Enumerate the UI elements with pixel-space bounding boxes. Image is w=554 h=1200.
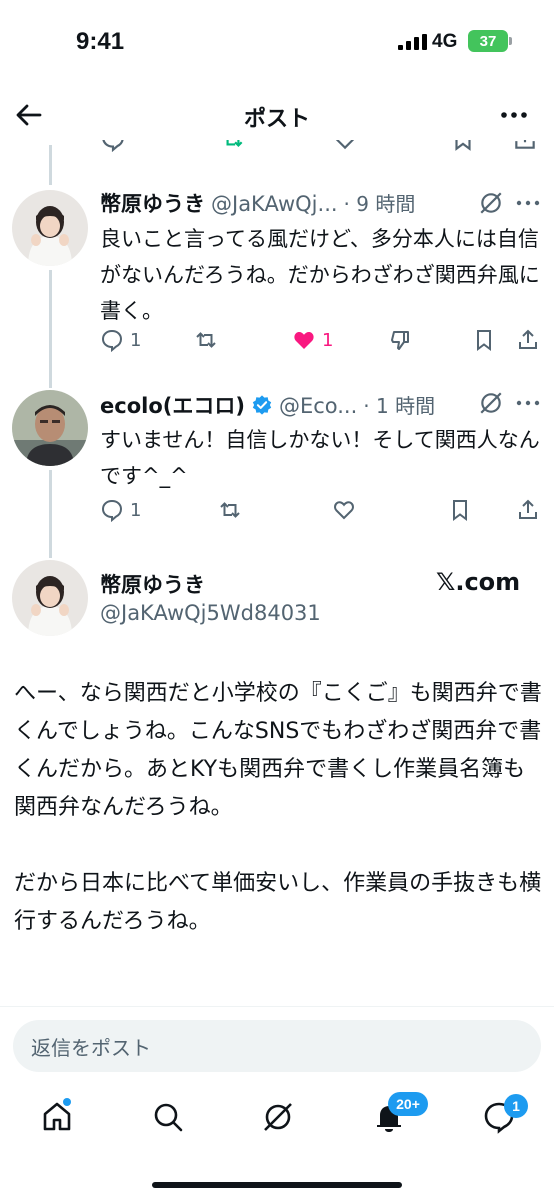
bottom-nav: 20+ 1 <box>0 1092 554 1144</box>
author-handle[interactable]: @JaKAwQj5Wd84031 <box>100 601 321 625</box>
home-indicator <box>152 1182 402 1188</box>
thread-line <box>49 145 52 185</box>
author-handle[interactable]: @Eco... <box>279 394 357 418</box>
share-icon <box>515 140 535 149</box>
battery-level: 37 <box>479 32 497 50</box>
like-count: 1 <box>322 329 334 351</box>
network-type: 4G <box>432 31 458 52</box>
scrolled-action-row <box>0 140 554 152</box>
grok-icon[interactable] <box>478 190 504 216</box>
status-time: 9:41 <box>76 28 125 55</box>
like-filled-icon <box>294 332 314 349</box>
share-button[interactable] <box>516 328 540 352</box>
grok-icon[interactable] <box>261 1100 295 1134</box>
reply-button[interactable]: 1 <box>100 498 141 522</box>
author-handle[interactable]: @JaKAwQj... <box>211 192 338 216</box>
repost-icon <box>196 332 216 348</box>
notifications-count: 20+ <box>396 1096 420 1112</box>
avatar[interactable] <box>12 390 88 466</box>
messages-count: 1 <box>512 1098 520 1114</box>
thread-line <box>49 470 52 558</box>
reply-button[interactable]: 1 <box>100 328 141 352</box>
author-name[interactable]: 幣原ゆうき <box>100 569 205 599</box>
like-icon <box>335 140 355 150</box>
grok-icon[interactable] <box>478 390 504 416</box>
like-button[interactable] <box>332 498 356 522</box>
more-options-icon[interactable] <box>498 100 530 130</box>
like-button[interactable]: 1 <box>292 328 333 352</box>
avatar[interactable] <box>12 560 88 636</box>
reply-icon <box>102 140 124 152</box>
reply-header: ecolo(エコロ) @Eco... · 1 時間 <box>100 390 480 420</box>
source-watermark: 𝕏.com <box>436 568 521 596</box>
reply-input[interactable]: 返信をポスト <box>13 1020 541 1072</box>
reply-input-placeholder: 返信をポスト <box>31 1035 151 1060</box>
page-title: ポスト <box>243 107 310 132</box>
repost-button[interactable] <box>218 498 242 522</box>
reply-icon <box>101 499 123 522</box>
action-bar: 1 <box>100 498 550 526</box>
home-dot <box>63 1098 71 1106</box>
avatar-photo <box>12 190 88 266</box>
thread-line <box>49 270 52 388</box>
bookmark-icon <box>477 330 491 351</box>
bookmark-icon <box>453 500 467 521</box>
divider <box>0 1006 554 1007</box>
search-icon[interactable] <box>151 1100 185 1134</box>
author-name[interactable]: 幣原ゆうき <box>100 188 205 218</box>
post-time: · 1 時間 <box>363 394 436 418</box>
reply-count: 1 <box>130 499 142 521</box>
bookmark-button[interactable] <box>472 328 496 352</box>
more-options-icon[interactable] <box>515 396 541 410</box>
battery-icon: 37 <box>468 30 508 52</box>
post-text: 良いこと言ってる風だけど、多分本人には自信がないんだろうね。だからわざわざ関西弁… <box>100 227 540 323</box>
share-icon <box>519 329 537 349</box>
more-options-icon[interactable] <box>515 196 541 210</box>
like-icon <box>334 501 354 520</box>
repost-icon <box>220 502 240 518</box>
post-paragraph: へー、なら関西だと小学校の『こくご』も関西弁で書くんでしょうね。こんなSNSでも… <box>14 681 542 820</box>
action-bar: 1 1 <box>100 328 550 356</box>
avatar-photo <box>12 560 88 636</box>
post-text: すいません！自信しかない！そして関西人なんです^_^ <box>100 428 540 488</box>
post-paragraph: だから日本に比べて単価安いし、作業員の手抜きも横行するんだろうね。 <box>14 871 542 934</box>
post-time: · 9 時間 <box>343 192 416 216</box>
battery-cap <box>509 37 512 45</box>
reply-header: 幣原ゆうき @JaKAwQj... · 9 時間 <box>100 188 480 218</box>
share-button[interactable] <box>516 498 540 522</box>
share-icon <box>519 499 537 519</box>
repost-button[interactable] <box>194 328 218 352</box>
thumbs-down-icon <box>391 331 409 350</box>
avatar[interactable] <box>12 190 88 266</box>
dislike-button[interactable] <box>388 328 412 352</box>
main-post-text: へー、なら関西だと小学校の『こくご』も関西弁で書くんでしょうね。こんなSNSでも… <box>14 675 542 941</box>
notifications-badge: 20+ <box>388 1092 428 1116</box>
reply-count: 1 <box>130 329 142 351</box>
repost-icon <box>226 140 243 148</box>
signal-icon <box>398 34 427 50</box>
reply-icon <box>101 329 123 352</box>
author-name[interactable]: ecolo(エコロ) <box>100 390 245 420</box>
avatar-photo <box>12 390 88 466</box>
bookmark-button[interactable] <box>448 498 472 522</box>
bookmark-icon <box>455 140 471 151</box>
messages-badge: 1 <box>504 1094 528 1118</box>
verified-badge-icon <box>252 395 272 415</box>
